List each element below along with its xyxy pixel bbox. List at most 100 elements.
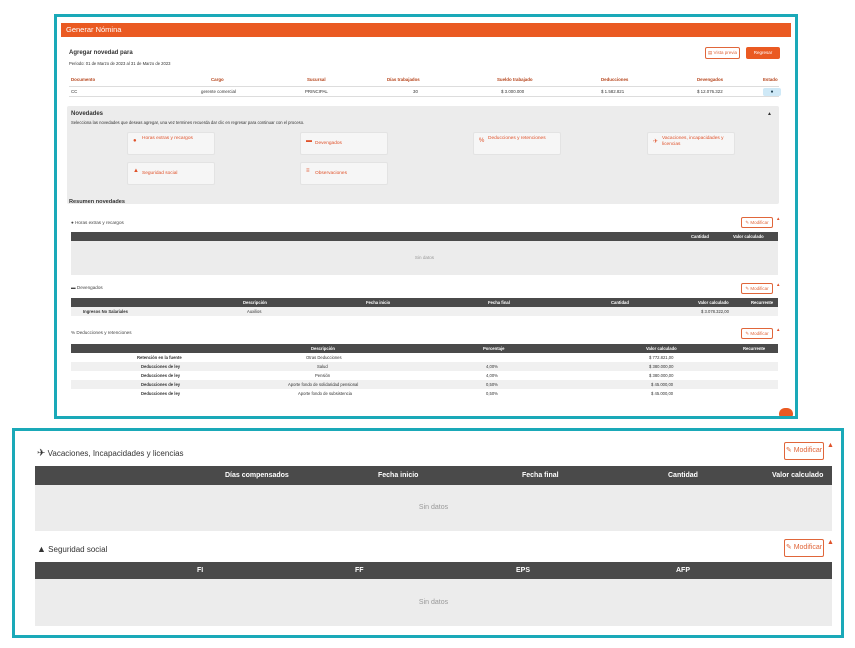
cell-tipo: Deducciones de ley: [141, 364, 181, 369]
cell-tipo: Deducciones de ley: [141, 391, 181, 396]
col-dias: Días trabajados: [387, 77, 420, 82]
zoomed-panel: ✈ Vacaciones, Incapacidades y licencias …: [12, 428, 844, 638]
user-status-button[interactable]: ●: [763, 87, 781, 96]
tile-observaciones[interactable]: ≡ Observaciones: [300, 162, 388, 185]
col-estado: Estado: [763, 77, 778, 82]
collapse-icon[interactable]: ▲: [767, 111, 772, 117]
collapse-icon[interactable]: ▲: [776, 216, 780, 221]
section-label: Devengados: [76, 285, 103, 290]
cell-sucursal: PRINCIPAL: [305, 89, 328, 94]
chat-button[interactable]: [779, 408, 793, 416]
employee-row: CC gerente comercial PRINCIPAL 30 $ 3.00…: [69, 86, 781, 97]
pencil-icon: ✎: [785, 447, 792, 454]
collapse-icon[interactable]: ▲: [827, 442, 834, 449]
collapse-icon[interactable]: ▲: [827, 539, 834, 546]
tile-label: Deducciones y retenciones: [488, 136, 546, 141]
collapse-icon[interactable]: ▲: [776, 282, 780, 287]
tile-label: Vacaciones, incapacidades y licencias: [662, 136, 724, 147]
clock-icon: ●: [71, 220, 74, 225]
col-sucursal: Sucursal: [307, 77, 326, 82]
col-porcentaje: Porcentaje: [483, 346, 505, 351]
tile-label: Observaciones: [315, 171, 347, 176]
money-icon: ▬: [306, 138, 312, 144]
modify-seguridad-button[interactable]: ✎ Modificar: [784, 539, 824, 557]
preview-button[interactable]: ▤ Vista previa: [705, 47, 740, 59]
seguridad-no-data: Sin datos: [35, 579, 832, 626]
modify-label: Modificar: [750, 331, 769, 336]
notes-icon: ≡: [306, 168, 310, 174]
col-cantidad: Cantidad: [691, 234, 709, 239]
tile-horas-extras[interactable]: ● Horas extras y recargos: [127, 132, 215, 155]
percent-icon: %: [479, 138, 485, 144]
cell-descripcion: Aporte fondo de subsistencia: [298, 391, 353, 396]
col-fi: FI: [197, 567, 204, 574]
plane-icon: ✈: [37, 448, 46, 459]
col-recurrente: Recurrente: [751, 300, 774, 305]
table-row: Deducciones de ley Pensión 4,00% $ 380.0…: [71, 371, 778, 380]
cell-deducciones: $ 1.582.821: [601, 89, 625, 94]
tile-label: Devengados: [315, 141, 342, 146]
resumen-title: Resumen novedades: [69, 199, 125, 205]
col-eps: EPS: [516, 567, 531, 574]
col-fecha-inicio: Fecha inicio: [378, 472, 419, 479]
cell-valor: $ 772.821,00: [649, 355, 674, 360]
devengados-table-header: Descripción Fecha inicio Fecha final Can…: [71, 298, 778, 307]
modify-horas-button[interactable]: ✎ Modificar: [741, 217, 773, 228]
col-descripcion: Descripción: [311, 346, 335, 351]
cell-porcentaje: 4,00%: [486, 364, 498, 369]
col-deducciones: Deducciones: [601, 77, 629, 82]
back-button[interactable]: Regresar: [746, 47, 780, 59]
nomina-panel: Generar Nómina Agregar novedad para Peri…: [54, 14, 798, 419]
cell-dias: 30: [413, 89, 418, 94]
section-label: Horas extras y recargos: [75, 220, 124, 225]
cell-porcentaje: 0,50%: [486, 391, 498, 396]
tile-deducciones[interactable]: % Deducciones y retenciones: [473, 132, 561, 155]
collapse-icon[interactable]: ▲: [776, 327, 780, 332]
title-bar: Generar Nómina: [61, 23, 791, 37]
tile-vacaciones[interactable]: ✈ Vacaciones, incapacidades y licencias: [647, 132, 735, 155]
modify-deducciones-button[interactable]: ✎ Modificar: [741, 328, 773, 339]
novedades-title: Novedades: [71, 111, 104, 117]
table-row: Deducciones de ley Aporte fondo de solid…: [71, 380, 778, 389]
helmet-icon: ▲: [37, 544, 46, 554]
col-sueldo: Sueldo trabajado: [497, 77, 533, 82]
pencil-icon: ✎: [745, 286, 750, 291]
tile-devengados[interactable]: ▬ Devengados: [300, 132, 388, 155]
cell-valor: $ 380.000,00: [649, 364, 674, 369]
user-icon: ●: [770, 88, 774, 95]
deducciones-table-header: Descripción Porcentaje Valor calculado R…: [71, 344, 778, 353]
tile-seguridad-social[interactable]: ▲ Seguridad social: [127, 162, 215, 185]
page-title: Agregar novedad para: [69, 50, 133, 56]
col-valor: Valor calculado: [646, 346, 677, 351]
seguridad-section-title: ▲ Seguridad social: [37, 544, 107, 554]
section-label: Deducciones y retenciones: [76, 330, 132, 335]
horas-no-data: Sin datos: [71, 241, 778, 275]
seguridad-table-header: FI FF EPS AFP: [35, 562, 832, 579]
modify-devengados-button[interactable]: ✎ Modificar: [741, 283, 773, 294]
section-label: Seguridad social: [48, 545, 108, 554]
employee-table-header: Documento Cargo Sucursal Días trabajados…: [69, 75, 779, 84]
col-cargo: Cargo: [211, 77, 224, 82]
clock-icon: ●: [133, 138, 137, 144]
cell-sueldo: $ 3.000.000: [501, 89, 525, 94]
vacaciones-section-title: ✈ Vacaciones, Incapacidades y licencias: [37, 448, 184, 459]
col-fecha-inicio: Fecha inicio: [366, 300, 391, 305]
cell-valor: $ 45.000,00: [651, 382, 674, 387]
cell-valor: $ 380.000,00: [649, 373, 674, 378]
col-dias-compensados: Días compensados: [225, 472, 289, 479]
cell-descripcion: Aporte fondo de solidaridad pensional: [288, 382, 359, 387]
col-fecha-final: Fecha final: [522, 472, 559, 479]
document-icon: ▤: [708, 50, 713, 55]
cell-descripcion: Auxilios: [247, 309, 262, 314]
vacaciones-table-header: Días compensados Fecha inicio Fecha fina…: [35, 466, 832, 485]
deducciones-section-title: % Deducciones y retenciones: [71, 330, 132, 335]
col-fecha-final: Fecha final: [488, 300, 510, 305]
col-ff: FF: [355, 567, 364, 574]
cell-tipo: Deducciones de ley: [141, 373, 181, 378]
col-cantidad: Cantidad: [668, 472, 698, 479]
plane-icon: ✈: [653, 139, 659, 145]
money-icon: ▬: [71, 285, 76, 290]
modify-vacaciones-button[interactable]: ✎ Modificar: [784, 442, 824, 460]
cell-valor: $ 45.000,00: [651, 391, 674, 396]
cell-valor: $ 3.078.322,00: [701, 309, 729, 314]
